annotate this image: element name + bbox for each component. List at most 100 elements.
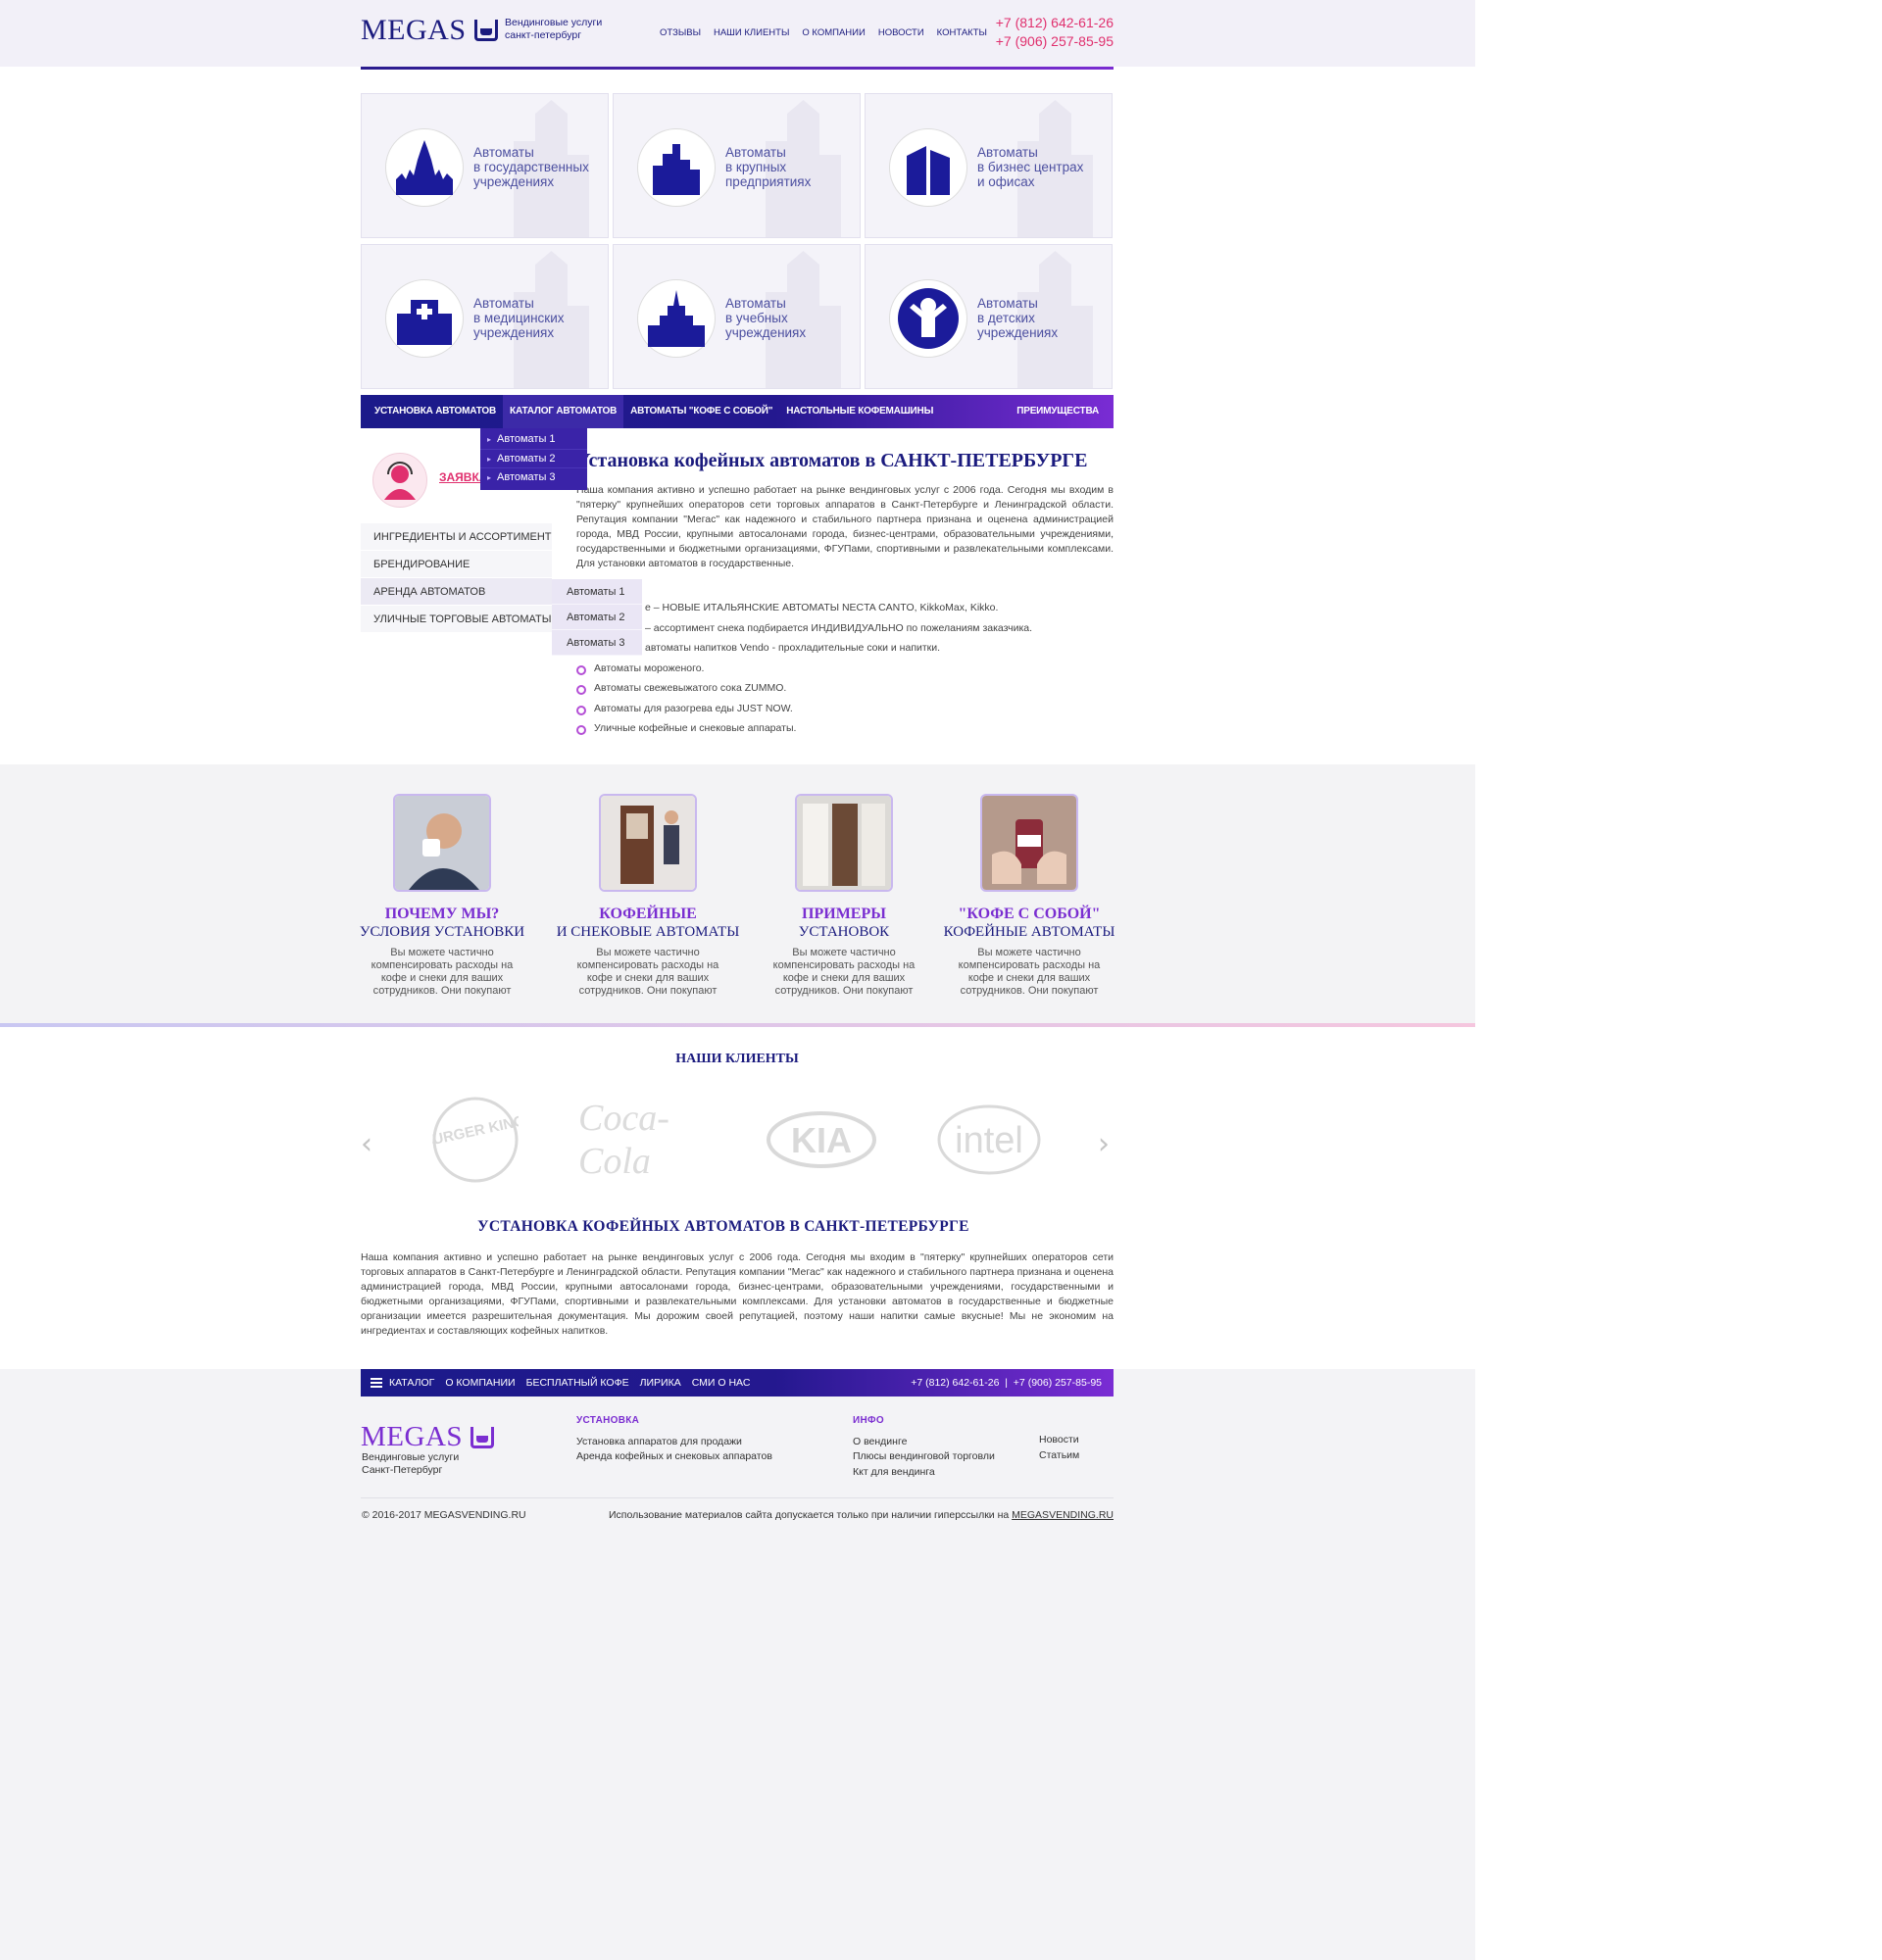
catnav-advantages[interactable]: ПРЕИМУЩЕСТВА bbox=[1010, 395, 1114, 428]
tile-label: учреждениях bbox=[473, 325, 555, 340]
tile-label: Автоматы bbox=[473, 296, 534, 311]
hospital-icon bbox=[385, 279, 464, 358]
tile-label: Автоматы bbox=[977, 145, 1038, 160]
footer-link[interactable]: Статьим bbox=[1039, 1448, 1079, 1464]
dropdown-item[interactable]: Автоматы 3 bbox=[480, 468, 587, 488]
catalog-dropdown: Автоматы 1 Автоматы 2 Автоматы 3 bbox=[480, 428, 587, 490]
list-item: Уличные кофейные и снековые аппараты. bbox=[576, 718, 1114, 739]
kremlin-icon bbox=[385, 128, 464, 207]
legal-site-link[interactable]: MEGASVENDING.RU bbox=[1012, 1509, 1114, 1521]
sidebar-item-ingredients[interactable]: ИНГРЕДИЕНТЫ И АССОРТИМЕНТ bbox=[361, 523, 552, 551]
feature-title: ПОЧЕМУ МЫ? bbox=[384, 906, 500, 922]
tile-medical[interactable]: Автоматы в медицинских учреждениях bbox=[361, 244, 609, 389]
feature-coffee-machines: КОФЕЙНЫЕ И СНЕКОВЫЕ АВТОМАТЫ Вы можете ч… bbox=[550, 794, 746, 998]
svg-text:intel: intel bbox=[955, 1120, 1023, 1161]
sidebar-item-rental[interactable]: АРЕНДА АВТОМАТОВ bbox=[361, 578, 552, 606]
tile-label: Автоматы bbox=[977, 296, 1038, 311]
category-tiles: Автоматы в государственных учреждениях Авт… bbox=[361, 93, 1114, 389]
catnav-desktop-machines[interactable]: НАСТОЛЬНЫЕ КОФЕМАШИНЫ bbox=[779, 395, 940, 428]
nav-clients[interactable]: НАШИ КЛИЕНТЫ bbox=[714, 27, 789, 38]
rental-submenu: Автоматы 1 Автоматы 2 Автоматы 3 bbox=[552, 579, 642, 656]
tile-label: в медицинских bbox=[473, 311, 565, 325]
footer-nav-catalog[interactable]: КАТАЛОГ bbox=[389, 1377, 434, 1389]
footer-col-title: ИНФО bbox=[853, 1415, 884, 1426]
tile-label: предприятиях bbox=[725, 174, 812, 189]
top-nav: ОТЗЫВЫ НАШИ КЛИЕНТЫ О КОМПАНИИ НОВОСТИ К… bbox=[660, 27, 987, 38]
feature-subtitle: И СНЕКОВЫЕ АВТОМАТЫ bbox=[556, 924, 740, 940]
machine-types-list: е – НОВЫЕ ИТАЛЬЯНСКИЕ АВТОМАТЫ NECTA CAN… bbox=[576, 598, 1114, 739]
feature-subtitle: УСТАНОВОК bbox=[798, 924, 890, 940]
phone-1[interactable]: +7 (812) 642-61-26 bbox=[996, 14, 1114, 32]
footer-link[interactable]: Плюсы вендинговой торговли bbox=[853, 1449, 995, 1465]
tile-government[interactable]: Автоматы в государственных учреждениях bbox=[361, 93, 609, 238]
nav-news[interactable]: НОВОСТИ bbox=[878, 27, 924, 38]
tile-children[interactable]: Автоматы в детских учреждениях bbox=[865, 244, 1113, 389]
tile-enterprise[interactable]: Автоматы в крупных предприятиях bbox=[613, 93, 861, 238]
page-title: Установка кофейных автоматов в САНКТ-ПЕТ… bbox=[576, 450, 1088, 471]
tile-education[interactable]: Автоматы в учебных учреждениях bbox=[613, 244, 861, 389]
footer-nav-media[interactable]: СМИ О НАС bbox=[692, 1377, 751, 1389]
svg-text:KIA: KIA bbox=[791, 1120, 852, 1160]
submenu-item[interactable]: Автоматы 3 bbox=[552, 630, 642, 656]
intro-paragraph: Наша компания активно и успешно работает… bbox=[576, 484, 1114, 569]
submenu-item[interactable]: Автоматы 2 bbox=[552, 605, 642, 630]
dropdown-item[interactable]: Автоматы 2 bbox=[480, 450, 587, 468]
nav-reviews[interactable]: ОТЗЫВЫ bbox=[660, 27, 701, 38]
footer-link[interactable]: Аренда кофейных и снековых аппаратов bbox=[576, 1449, 772, 1465]
list-item: Автоматы свежевыжатого сока ZUMMO. bbox=[576, 678, 1114, 699]
client-logo-coca-cola: Coca-Cola bbox=[578, 1098, 669, 1182]
phone-2[interactable]: +7 (906) 257-85-95 bbox=[996, 32, 1114, 51]
seo-paragraph: Наша компания активно и успешно работает… bbox=[361, 1251, 1114, 1337]
footer-logo[interactable]: MEGAS bbox=[361, 1421, 495, 1453]
office-building-icon bbox=[889, 128, 967, 207]
man-drinking-coffee-photo[interactable] bbox=[393, 794, 491, 892]
tagline-line-1: Вендинговые услуги bbox=[505, 17, 603, 28]
footer-link[interactable]: О вендинге bbox=[853, 1435, 995, 1450]
tile-business-centers[interactable]: Автоматы в бизнес центрах и офисах bbox=[865, 93, 1113, 238]
footer-nav: КАТАЛОГ О КОМПАНИИ БЕСПЛАТНЫЙ КОФЕ ЛИРИК… bbox=[361, 1369, 1114, 1396]
tile-label: и офисах bbox=[977, 174, 1035, 189]
footer-link[interactable]: Новости bbox=[1039, 1433, 1079, 1448]
chevron-left-icon[interactable]: ‹ bbox=[361, 1127, 372, 1161]
catnav-installation[interactable]: УСТАНОВКА АВТОМАТОВ bbox=[361, 395, 503, 428]
cup-logo-icon bbox=[470, 1426, 495, 1448]
tile-label: Автоматы bbox=[725, 145, 786, 160]
feature-why-us: ПОЧЕМУ МЫ? УСЛОВИЯ УСТАНОВКИ Вы можете ч… bbox=[344, 794, 540, 998]
sidebar-item-street-machines[interactable]: УЛИЧНЫЕ ТОРГОВЫЕ АВТОМАТЫ bbox=[361, 606, 552, 633]
footer-link[interactable]: Ккт для вендинга bbox=[853, 1465, 995, 1481]
dropdown-item[interactable]: Автоматы 1 bbox=[480, 430, 587, 450]
footer-link[interactable]: Установка аппаратов для продажи bbox=[576, 1435, 772, 1450]
footer-tagline-line-1: Вендинговые услуги bbox=[362, 1451, 460, 1463]
coffee-cup-hands-photo[interactable] bbox=[980, 794, 1078, 892]
sidebar-item-branding[interactable]: БРЕНДИРОВАНИЕ bbox=[361, 551, 552, 578]
feature-coffee-to-go: "КОФЕ С СОБОЙ" КОФЕЙНЫЕ АВТОМАТЫ Вы може… bbox=[931, 794, 1127, 998]
catalog-nav: УСТАНОВКА АВТОМАТОВ КАТАЛОГ АВТОМАТОВ АВ… bbox=[361, 395, 1114, 428]
nav-contacts[interactable]: КОНТАКТЫ bbox=[937, 27, 987, 38]
submenu-item[interactable]: Автоматы 1 bbox=[552, 579, 642, 605]
tile-label: в крупных bbox=[725, 160, 787, 174]
catnav-coffee-to-go[interactable]: АВТОМАТЫ "КОФЕ С СОБОЙ" bbox=[623, 395, 779, 428]
tile-label: в государственных bbox=[473, 160, 589, 174]
vending-machine-photo[interactable] bbox=[599, 794, 697, 892]
footer-col-extra: Новости Статьим bbox=[1039, 1433, 1079, 1463]
catnav-catalog[interactable]: КАТАЛОГ АВТОМАТОВ bbox=[503, 395, 624, 428]
tagline-line-2: санкт-петербург bbox=[505, 29, 582, 41]
tagline: Вендинговые услуги санкт-петербург bbox=[505, 17, 602, 42]
footer-tagline-line-2: Санкт-Петербург bbox=[362, 1464, 443, 1476]
seo-title: УСТАНОВКА КОФЕЙНЫХ АВТОМАТОВ В САНКТ-ПЕТ… bbox=[477, 1218, 969, 1235]
list-item: – ассортимент снека подбирается ИНДИВИДУ… bbox=[576, 618, 1114, 639]
chevron-right-icon[interactable]: › bbox=[1098, 1127, 1110, 1161]
header-phones: +7 (812) 642-61-26 +7 (906) 257-85-95 bbox=[996, 14, 1114, 51]
feature-desc: Вы можете частично компенсировать расход… bbox=[371, 947, 514, 997]
cup-logo-icon bbox=[473, 20, 498, 41]
footer-nav-about[interactable]: О КОМПАНИИ bbox=[445, 1377, 515, 1389]
menu-icon[interactable] bbox=[371, 1378, 382, 1388]
site-logo[interactable]: MEGAS bbox=[361, 14, 498, 47]
list-item: Автоматы мороженого. bbox=[576, 659, 1114, 679]
footer-nav-free-coffee[interactable]: БЕСПЛАТНЫЙ КОФЕ bbox=[526, 1377, 629, 1389]
nav-about[interactable]: О КОМПАНИИ bbox=[802, 27, 865, 38]
installation-example-photo[interactable] bbox=[795, 794, 893, 892]
legal-text: Использование материалов сайта допускает… bbox=[608, 1509, 1010, 1521]
feature-title: "КОФЕ С СОБОЙ" bbox=[958, 906, 1101, 922]
footer-nav-lyrics[interactable]: ЛИРИКА bbox=[640, 1377, 681, 1389]
